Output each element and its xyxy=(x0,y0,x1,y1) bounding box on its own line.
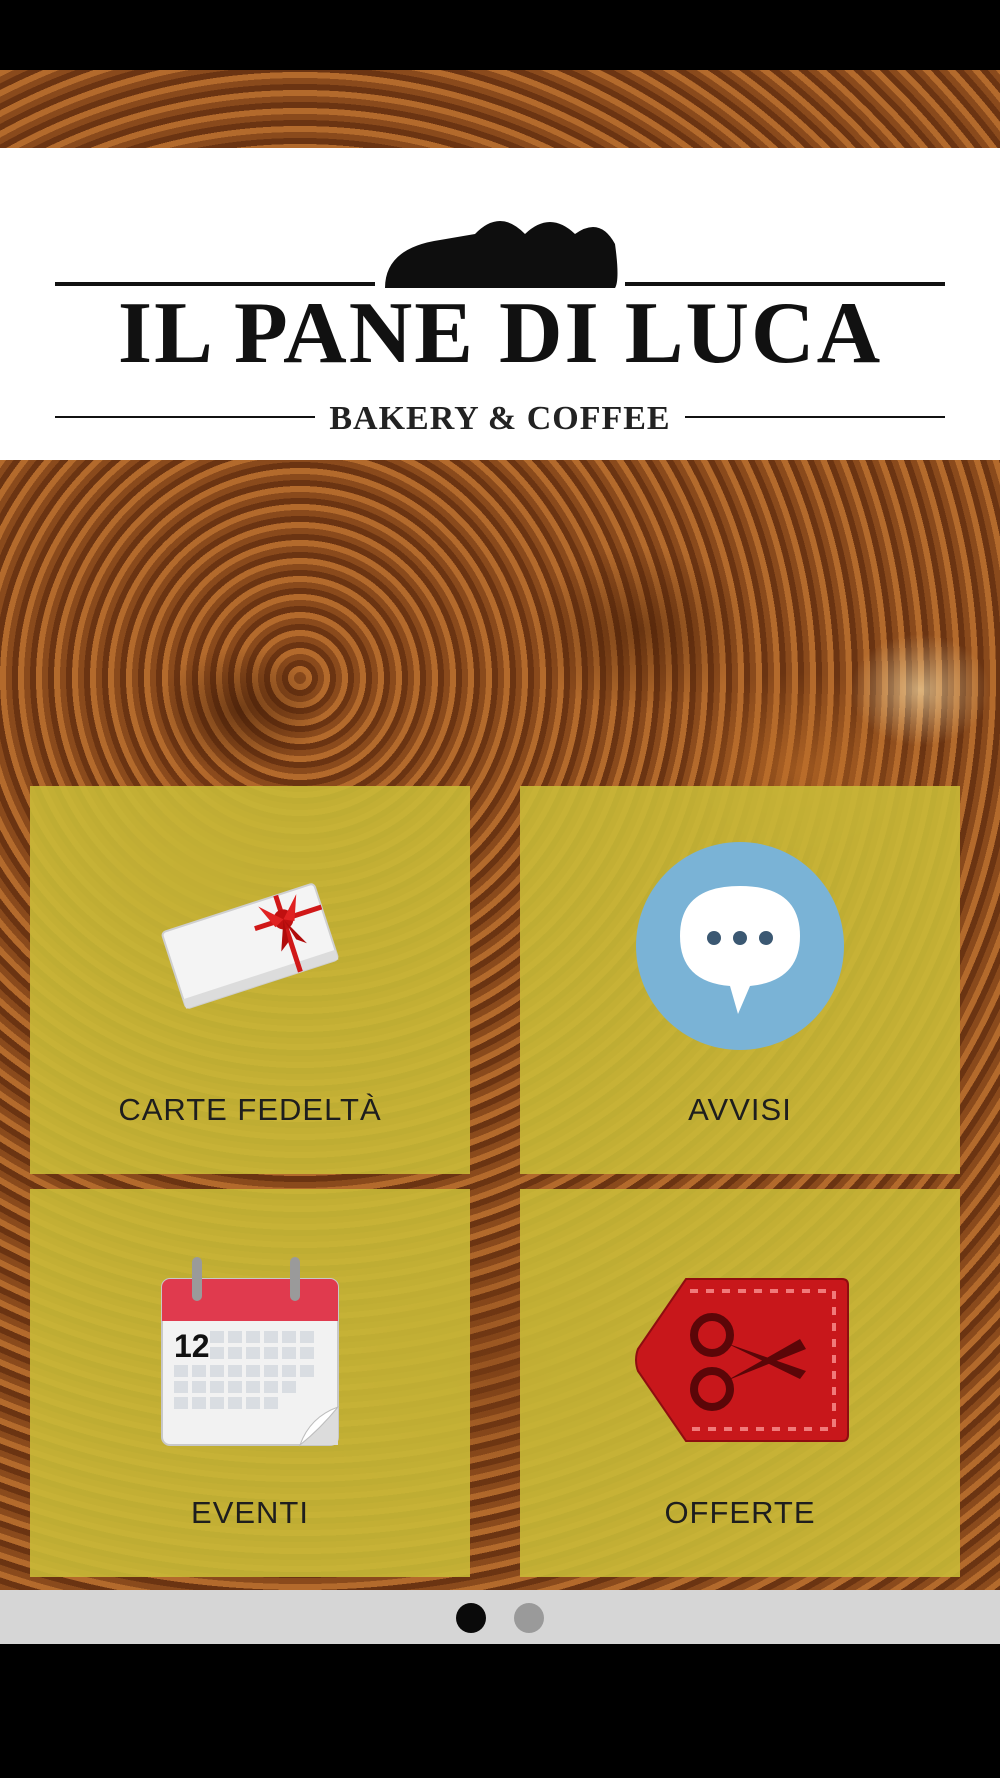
tile-label: AVVISI xyxy=(688,1092,792,1127)
status-bar xyxy=(0,0,1000,70)
navigation-bar xyxy=(0,1644,1000,1778)
brand-title: IL PANE DI LUCA xyxy=(117,285,883,382)
gift-card-icon xyxy=(140,836,360,1056)
tile-avvisi[interactable]: AVVISI xyxy=(520,786,960,1174)
chat-bubble-icon xyxy=(630,836,850,1056)
page-dot-active[interactable] xyxy=(456,1603,486,1633)
page-indicator xyxy=(0,1590,1000,1644)
tile-label: CARTE FEDELTÀ xyxy=(118,1092,382,1127)
tile-offerte[interactable]: OFFERTE xyxy=(520,1189,960,1577)
brand-logo: IL PANE DI LUCA BAKERY & COFFEE xyxy=(55,188,945,436)
tile-label: EVENTI xyxy=(191,1495,309,1530)
tile-label: OFFERTE xyxy=(664,1495,816,1530)
tile-carte-fedelta[interactable]: CARTE FEDELTÀ xyxy=(30,786,470,1174)
calendar-day: 12 xyxy=(174,1328,210,1364)
calendar-icon: 12 xyxy=(140,1239,360,1459)
brand-subtitle: BAKERY & COFFEE xyxy=(329,400,671,437)
page-dot-inactive[interactable] xyxy=(514,1603,544,1633)
coupon-scissors-icon xyxy=(630,1239,850,1459)
logo-banner: IL PANE DI LUCA BAKERY & COFFEE xyxy=(0,148,1000,460)
tile-eventi[interactable]: 12 EVENTI xyxy=(30,1189,470,1577)
